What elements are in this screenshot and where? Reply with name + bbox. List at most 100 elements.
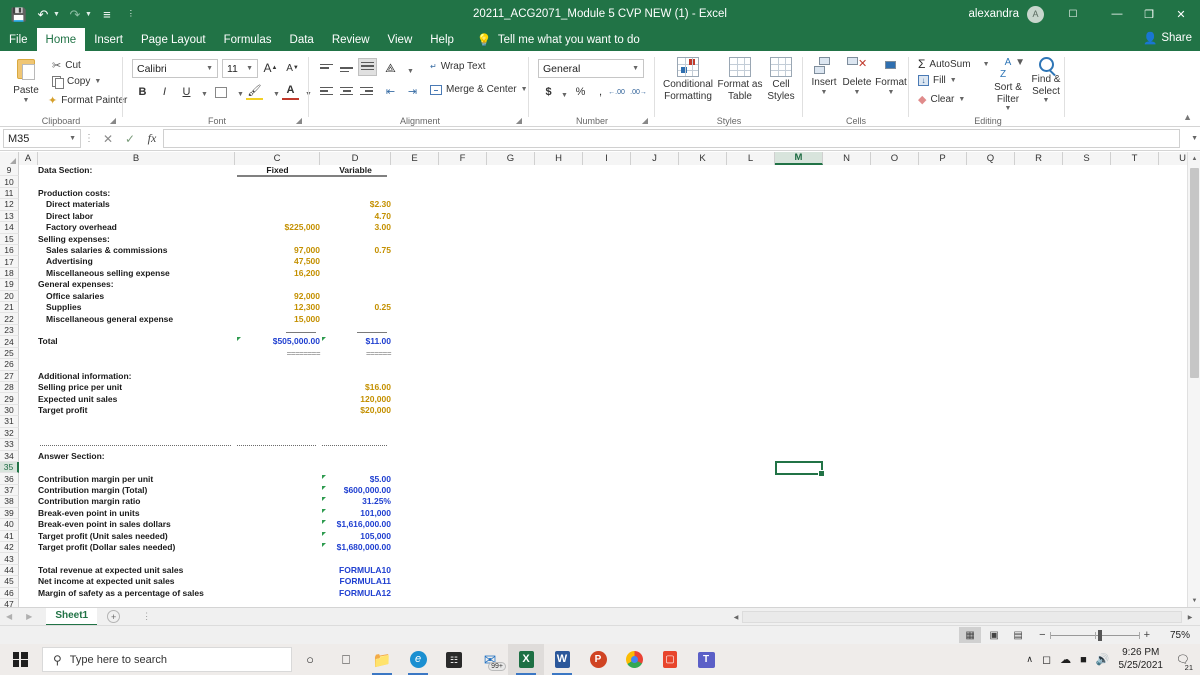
row-header-42[interactable]: 42 <box>0 541 19 554</box>
tab-formulas[interactable]: Formulas <box>215 28 281 51</box>
ribbon-display-options-icon[interactable]: ☐ <box>1058 2 1088 26</box>
format-cells-button[interactable]: Format ▼ <box>874 57 908 97</box>
delete-dropdown-icon[interactable]: ▼ <box>854 89 861 97</box>
column-header-o[interactable]: O <box>871 152 919 165</box>
row-header-43[interactable]: 43 <box>0 553 19 565</box>
sheet-tab-options-icon[interactable]: ⋮ <box>142 611 151 622</box>
copy-dropdown-icon[interactable]: ▼ <box>94 78 101 85</box>
error-flag-icon-D40[interactable] <box>322 520 326 525</box>
autosum-dropdown-icon[interactable]: ▼ <box>983 61 990 68</box>
horizontal-scroll-track[interactable] <box>742 611 1182 623</box>
row-header-16[interactable]: 16 <box>0 244 19 257</box>
row-header-23[interactable]: 23 <box>0 324 19 337</box>
taskbar-app-microsoft-store[interactable]: ☷ <box>436 644 472 675</box>
row-header-22[interactable]: 22 <box>0 313 19 325</box>
cell-B14[interactable]: Factory overhead <box>38 222 235 233</box>
fill-dropdown-icon[interactable]: ▼ <box>950 77 957 84</box>
cell-D14[interactable]: 3.00 <box>320 222 391 233</box>
row-header-40[interactable]: 40 <box>0 519 19 531</box>
format-painter-button[interactable]: ✦ Format Painter <box>48 94 127 107</box>
taskbar-app-microsoft-edge[interactable]: e <box>400 644 436 675</box>
view-page-break-icon[interactable]: ▤ <box>1007 627 1029 643</box>
cell-B38[interactable]: Contribution margin ratio <box>38 496 235 507</box>
row-header-38[interactable]: 38 <box>0 496 19 508</box>
paste-button[interactable]: Paste ▼ <box>6 59 46 105</box>
name-box[interactable]: M35 ▼ <box>3 129 81 148</box>
cell-C17[interactable]: 47,500 <box>235 256 320 267</box>
cell-D29[interactable]: 120,000 <box>320 394 391 405</box>
taskbar-app-powerpoint[interactable]: P <box>580 644 616 675</box>
redo-dropdown-icon[interactable]: ▼ <box>85 11 92 18</box>
increase-indent-icon[interactable]: ⇥ <box>404 82 421 100</box>
cell-C21[interactable]: 12,300 <box>235 302 320 313</box>
error-flag-icon-D24[interactable] <box>322 337 326 342</box>
insert-cells-button[interactable]: Insert ▼ <box>808 57 840 97</box>
cell-D28[interactable]: $16.00 <box>320 382 391 393</box>
row-header-13[interactable]: 13 <box>0 210 19 223</box>
taskbar-app-mail[interactable]: ✉ 99+ <box>472 644 508 675</box>
cell-D24[interactable]: $11.00 <box>320 336 391 347</box>
camera-icon[interactable]: ◻ <box>1042 653 1051 666</box>
expand-formula-bar-icon[interactable]: ▼ <box>1191 135 1198 142</box>
conditional-formatting-button[interactable]: Conditional Formatting <box>660 57 716 102</box>
row-header-19[interactable]: 19 <box>0 279 19 291</box>
avatar[interactable]: A <box>1027 5 1044 23</box>
fill-button[interactable]: ↓ Fill ▼ <box>918 75 957 86</box>
cell-B40[interactable]: Break-even point in sales dollars <box>38 519 235 530</box>
undo-icon[interactable]: ↶ <box>32 3 54 25</box>
sort-filter-dropdown-icon[interactable]: ▼ <box>1005 105 1012 113</box>
row-header-39[interactable]: 39 <box>0 507 19 520</box>
redo-icon[interactable]: ↷ <box>64 3 86 25</box>
column-header-b[interactable]: B <box>38 152 235 165</box>
cell-B24[interactable]: Total <box>38 336 235 347</box>
tab-view[interactable]: View <box>379 28 422 51</box>
tab-review[interactable]: Review <box>323 28 379 51</box>
cell-D21[interactable]: 0.25 <box>320 302 391 313</box>
row-header-25[interactable]: 25 <box>0 347 19 360</box>
cell-D45[interactable]: FORMULA11 <box>320 576 391 587</box>
add-sheet-button[interactable]: + <box>107 610 121 623</box>
cell-B28[interactable]: Selling price per unit <box>38 382 235 393</box>
row-header-30[interactable]: 30 <box>0 404 19 417</box>
row-header-15[interactable]: 15 <box>0 233 19 245</box>
cell-D41[interactable]: 105,000 <box>320 531 391 542</box>
row-header-18[interactable]: 18 <box>0 267 19 280</box>
align-middle-icon[interactable] <box>338 60 355 78</box>
cell-B27[interactable]: Additional information: <box>38 371 235 382</box>
tab-help[interactable]: Help <box>421 28 463 51</box>
increase-decimal-icon[interactable]: ←.00 <box>608 83 625 101</box>
row-header-20[interactable]: 20 <box>0 290 19 303</box>
format-as-table-button[interactable]: Format as Table <box>716 57 764 102</box>
scroll-down-icon[interactable]: ▼ <box>1188 594 1200 607</box>
close-icon[interactable]: ✕ <box>1166 2 1196 26</box>
column-header-j[interactable]: J <box>631 152 679 165</box>
error-flag-icon-D36[interactable] <box>322 474 326 479</box>
show-hidden-icons-icon[interactable]: ∧ <box>1026 654 1033 665</box>
row-header-46[interactable]: 46 <box>0 587 19 600</box>
column-header-f[interactable]: F <box>439 152 487 165</box>
delete-cells-button[interactable]: ✕ Delete ▼ <box>840 57 874 97</box>
cell-D44[interactable]: FORMULA10 <box>320 565 391 576</box>
cell-B22[interactable]: Miscellaneous general expense <box>38 314 235 325</box>
cell-styles-button[interactable]: Cell Styles <box>762 57 800 102</box>
underline-dropdown-icon[interactable]: ▼ <box>196 85 213 103</box>
volume-icon[interactable]: 🔊 <box>1096 653 1110 666</box>
cell-D25[interactable]: ====== <box>320 348 392 359</box>
column-header-r[interactable]: R <box>1015 152 1063 165</box>
clock[interactable]: 9:26 PM 5/25/2021 <box>1119 647 1164 672</box>
cell-B34[interactable]: Answer Section: <box>38 451 235 462</box>
cell-D39[interactable]: 101,000 <box>320 508 391 519</box>
cell-D42[interactable]: $1,680,000.00 <box>320 542 391 553</box>
confirm-edit-icon[interactable]: ✓ <box>119 132 141 146</box>
column-header-g[interactable]: G <box>487 152 535 165</box>
notification-center-icon[interactable]: 🗨 21 <box>1172 649 1195 672</box>
row-header-27[interactable]: 27 <box>0 370 19 383</box>
borders-icon[interactable] <box>212 83 229 101</box>
taskbar-app-excel[interactable]: X <box>508 644 544 675</box>
autosum-button[interactable]: Σ AutoSum ▼ <box>918 57 990 71</box>
sort-filter-button[interactable]: A Z▼ Sort & Filter ▼ <box>990 57 1026 113</box>
row-header-31[interactable]: 31 <box>0 416 19 428</box>
formula-input[interactable] <box>163 129 1180 148</box>
select-all-corner[interactable] <box>0 152 19 165</box>
bold-button[interactable]: B <box>134 83 151 101</box>
